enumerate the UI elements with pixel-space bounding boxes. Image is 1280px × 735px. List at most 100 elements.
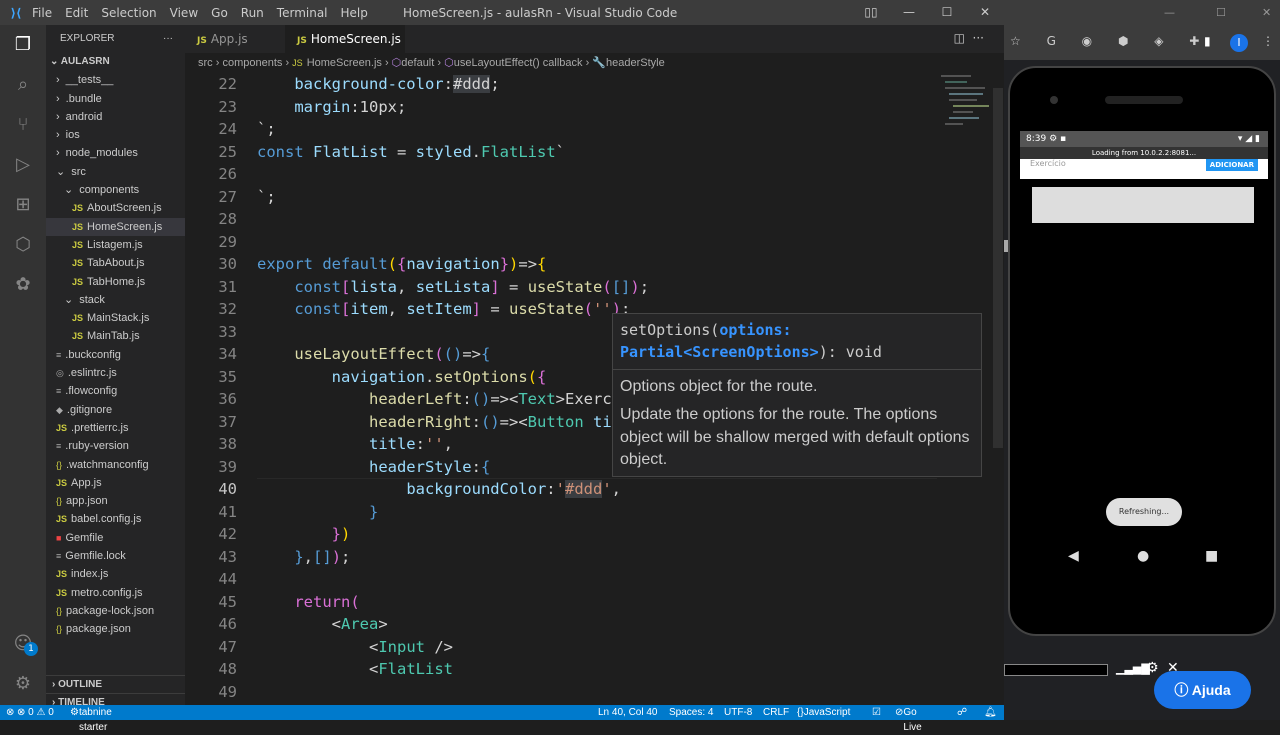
- tree-item[interactable]: ≡ .buckconfig: [46, 346, 185, 364]
- code-line[interactable]: 26: [185, 163, 945, 186]
- tree-item[interactable]: {} package.json: [46, 620, 185, 638]
- tree-item[interactable]: JS AboutScreen.js: [46, 199, 185, 217]
- code-line[interactable]: 44: [185, 568, 945, 591]
- code-line[interactable]: 48 <FlatList: [185, 658, 945, 681]
- menu-help[interactable]: Help: [341, 6, 368, 20]
- code-line[interactable]: 22 background-color:#ddd;: [185, 73, 945, 96]
- tree-item[interactable]: ⌄ src: [46, 163, 185, 181]
- tabnine-status[interactable]: ⚙ tabnine starter: [70, 705, 112, 733]
- menu-edit[interactable]: Edit: [65, 6, 88, 20]
- menu-selection[interactable]: Selection: [101, 6, 156, 20]
- tree-item[interactable]: JS App.js: [46, 474, 185, 492]
- tree-item[interactable]: › ios: [46, 126, 185, 144]
- code-line[interactable]: 40 backgroundColor:'#ddd',: [185, 478, 945, 501]
- cursor-position[interactable]: Ln 40, Col 40: [598, 705, 658, 720]
- code-line[interactable]: 45 return(: [185, 591, 945, 614]
- tree-item[interactable]: JS Listagem.js: [46, 236, 185, 254]
- search-icon[interactable]: ⌕: [11, 73, 35, 97]
- profile-avatar[interactable]: I: [1230, 34, 1248, 52]
- scrollbar-thumb[interactable]: [993, 88, 1003, 448]
- tree-item[interactable]: ≡ Gemfile.lock: [46, 547, 185, 565]
- tree-item[interactable]: › .bundle: [46, 90, 185, 108]
- crumb-headerstyle[interactable]: headerStyle: [606, 57, 665, 69]
- remote-status[interactable]: ⊗: [6, 705, 14, 720]
- input-box[interactable]: [1032, 187, 1254, 223]
- outline-section[interactable]: › OUTLINE: [46, 675, 185, 693]
- manage-gear-icon[interactable]: ⚙: [11, 672, 35, 696]
- tree-item[interactable]: JS TabAbout.js: [46, 254, 185, 272]
- tree-item[interactable]: ◎ .eslintrc.js: [46, 364, 185, 382]
- tree-item[interactable]: › __tests__: [46, 71, 185, 89]
- code-line[interactable]: 24 `;: [185, 118, 945, 141]
- tree-item[interactable]: JS TabHome.js: [46, 273, 185, 291]
- extensions-icon[interactable]: ⊞: [11, 193, 35, 217]
- code-line[interactable]: 46 <Area>: [185, 613, 945, 636]
- tree-item[interactable]: JS .prettierrc.js: [46, 419, 185, 437]
- emulator-scrollbar[interactable]: [1004, 240, 1008, 252]
- tree-item[interactable]: JS babel.config.js: [46, 510, 185, 528]
- browser-menu-icon[interactable]: ⋮: [1262, 34, 1274, 48]
- notifications-icon[interactable]: 🔔︎: [984, 705, 997, 720]
- code-line[interactable]: 42 }): [185, 523, 945, 546]
- settings-icon[interactable]: ⚙: [1146, 660, 1159, 676]
- workspace-root[interactable]: ⌄ AULASRN: [46, 53, 185, 71]
- extension-icons[interactable]: ☆ G ◉ ⬢ ◈ ✚: [1010, 34, 1210, 48]
- browser-minimize[interactable]: —: [1164, 6, 1175, 19]
- code-line[interactable]: 47 <Input />: [185, 636, 945, 659]
- sidepanel-icon[interactable]: ▮: [1204, 34, 1211, 48]
- tree-item[interactable]: JS index.js: [46, 565, 185, 583]
- tree-item[interactable]: ⌄ stack: [46, 291, 185, 309]
- explorer-icon[interactable]: ❐: [11, 33, 35, 57]
- browser-close[interactable]: ✕: [1262, 6, 1271, 19]
- menu-view[interactable]: View: [170, 6, 198, 20]
- home-icon[interactable]: ●: [1137, 548, 1149, 564]
- tree-item[interactable]: ■ Gemfile: [46, 529, 185, 547]
- more-actions-icon[interactable]: ···: [163, 25, 173, 53]
- encoding[interactable]: UTF-8: [724, 705, 752, 720]
- phone-screen[interactable]: 8:39 ⚙ ▪ ▾ ◢ ▮ Loading from 10.0.2.2:8081…: [1020, 131, 1268, 543]
- minimize-button[interactable]: —: [890, 0, 928, 25]
- tree-item[interactable]: ≡ .flowconfig: [46, 382, 185, 400]
- menu-go[interactable]: Go: [211, 6, 228, 20]
- progress-bar[interactable]: [1004, 664, 1108, 676]
- prettier-icon[interactable]: ☑: [872, 705, 881, 720]
- crumb-default[interactable]: default: [401, 57, 434, 69]
- tree-item[interactable]: {} package-lock.json: [46, 602, 185, 620]
- code-line[interactable]: 23 margin:10px;: [185, 96, 945, 119]
- add-button[interactable]: ADICIONAR: [1205, 159, 1258, 171]
- editor-scrollbar[interactable]: [992, 73, 1004, 705]
- feedback-icon[interactable]: ☍: [957, 705, 967, 720]
- minimap[interactable]: [941, 73, 996, 143]
- code-line[interactable]: 30 export default({navigation})=>{: [185, 253, 945, 276]
- language-mode[interactable]: {} JavaScript: [797, 705, 850, 720]
- tree-item[interactable]: ≡ .ruby-version: [46, 437, 185, 455]
- tree-item[interactable]: ⌄ components: [46, 181, 185, 199]
- code-line[interactable]: 28: [185, 208, 945, 231]
- tab-app-js[interactable]: JS App.js: [185, 25, 285, 53]
- layout-icon[interactable]: ▯▯: [852, 0, 890, 25]
- go-live-button[interactable]: ⊘ Go Live: [895, 705, 922, 733]
- tree-item[interactable]: JS metro.config.js: [46, 584, 185, 602]
- tree-item[interactable]: › node_modules: [46, 144, 185, 162]
- tree-item[interactable]: ◆ .gitignore: [46, 401, 185, 419]
- code-line[interactable]: 49: [185, 681, 945, 704]
- tree-item[interactable]: JS HomeScreen.js: [46, 217, 185, 236]
- palette-icon[interactable]: ✿: [11, 273, 35, 297]
- problems-count[interactable]: ⊗ 0 ⚠ 0: [17, 705, 54, 720]
- menu-terminal[interactable]: Terminal: [277, 6, 328, 20]
- code-line[interactable]: 41 }: [185, 501, 945, 524]
- back-icon[interactable]: ◀: [1068, 548, 1079, 564]
- tree-item[interactable]: › android: [46, 108, 185, 126]
- crumb-src[interactable]: src: [198, 57, 213, 69]
- crumb-callback[interactable]: useLayoutEffect() callback: [454, 57, 583, 69]
- more-icon[interactable]: ···: [973, 31, 984, 45]
- recents-icon[interactable]: ■: [1205, 548, 1218, 564]
- source-control-icon[interactable]: ⑂: [11, 113, 35, 137]
- code-line[interactable]: 29: [185, 231, 945, 254]
- end-of-line[interactable]: CRLF: [763, 705, 789, 720]
- browser-maximize[interactable]: ☐: [1216, 6, 1226, 19]
- crumb-file[interactable]: HomeScreen.js: [307, 57, 382, 69]
- indentation[interactable]: Spaces: 4: [669, 705, 713, 720]
- tree-item[interactable]: JS MainStack.js: [46, 309, 185, 327]
- tree-item[interactable]: JS MainTab.js: [46, 327, 185, 345]
